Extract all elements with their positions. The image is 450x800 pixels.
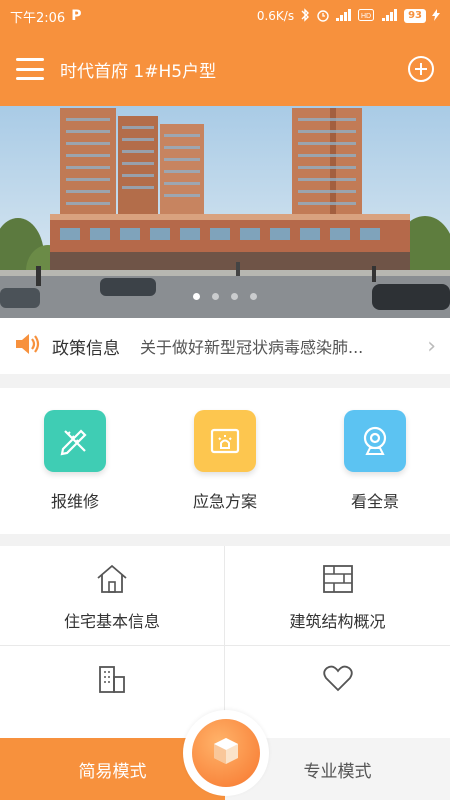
grid-item-housing-info[interactable]: 住宅基本信息	[0, 546, 225, 646]
repair-button[interactable]: 报维修	[0, 388, 150, 534]
repair-label: 报维修	[50, 492, 99, 511]
house-icon	[95, 564, 129, 598]
speaker-icon	[14, 332, 42, 360]
bluetooth-icon	[300, 7, 310, 25]
grid-item-label: 建筑结构概况	[289, 612, 386, 631]
carousel-dot[interactable]	[250, 293, 257, 300]
hd-icon: HD	[358, 8, 375, 24]
signal-icon	[336, 8, 352, 24]
app-notification-icon: P	[71, 8, 82, 24]
panorama-label: 看全景	[350, 492, 399, 511]
app-bar: 时代首府 1#H5户型	[0, 32, 450, 106]
carousel-dot[interactable]	[231, 293, 238, 300]
menu-icon[interactable]	[16, 58, 44, 80]
policy-notice-bar[interactable]: 政策信息 关于做好新型冠状病毒感染肺... ›	[0, 318, 450, 374]
center-action-wrapper	[183, 710, 269, 796]
cube-icon	[210, 735, 242, 771]
add-icon[interactable]	[408, 56, 434, 82]
alarm-icon	[316, 8, 330, 25]
status-bar: 下午2:06 P 0.6K/s HD 93	[0, 0, 450, 32]
brick-wall-icon	[322, 564, 354, 598]
grid-item-structure-overview[interactable]: 建筑结构概况	[225, 546, 450, 646]
quick-actions: 报维修 应急方案 看全景	[0, 388, 450, 534]
pencil-ruler-icon	[44, 410, 106, 472]
chevron-right-icon[interactable]: ›	[427, 334, 436, 359]
carousel-indicator	[0, 293, 450, 300]
carousel-dot[interactable]	[193, 293, 200, 300]
panorama-button[interactable]: 看全景	[300, 388, 450, 534]
building-rendering-image	[0, 106, 450, 318]
building-icon	[97, 664, 127, 698]
emergency-plan-button[interactable]: 应急方案	[150, 388, 300, 534]
notice-message[interactable]: 关于做好新型冠状病毒感染肺...	[140, 334, 402, 358]
notice-label: 政策信息	[52, 338, 120, 359]
camera-icon	[344, 410, 406, 472]
status-time: 下午2:06	[10, 10, 66, 26]
signal-4g-icon	[380, 8, 398, 24]
charging-icon	[432, 8, 440, 24]
heart-icon	[322, 664, 354, 696]
carousel-dot[interactable]	[212, 293, 219, 300]
banner-carousel[interactable]	[0, 106, 450, 318]
grid-item-label: 住宅基本信息	[63, 612, 160, 631]
network-speed: 0.6K/s	[256, 9, 295, 23]
center-action-button[interactable]	[192, 719, 260, 787]
battery-icon: 93	[404, 9, 426, 23]
emergency-plan-label: 应急方案	[192, 492, 257, 511]
svg-text:HD: HD	[361, 13, 371, 20]
page-title: 时代首府 1#H5户型	[60, 61, 217, 82]
alarm-board-icon	[194, 410, 256, 472]
